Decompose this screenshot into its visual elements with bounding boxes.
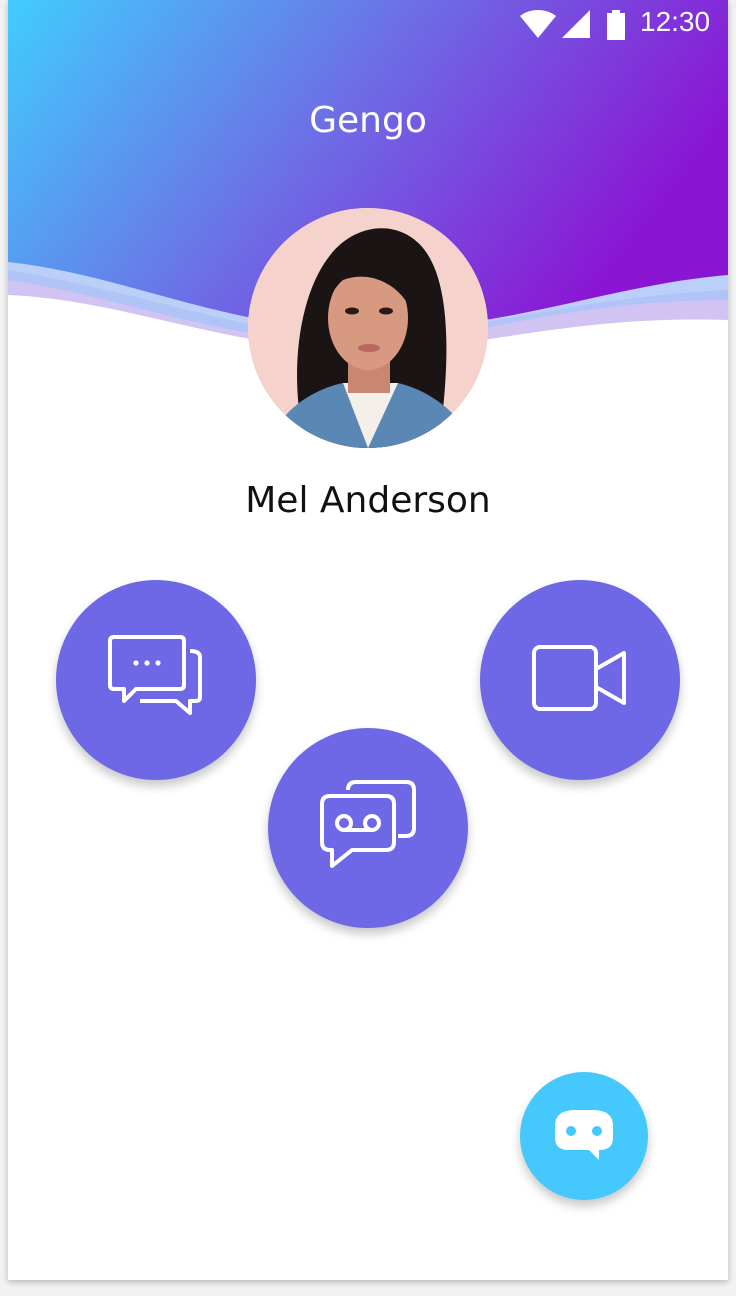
app-title: Gengo (309, 100, 427, 141)
chat-button[interactable] (56, 580, 256, 780)
voicemail-button[interactable] (268, 728, 468, 928)
assistant-fab[interactable] (520, 1072, 648, 1200)
phone-screen: 12:30 Gengo Mel Anderson (8, 0, 728, 1280)
battery-icon (606, 10, 626, 45)
bot-icon (545, 1106, 623, 1167)
signal-icon (562, 10, 590, 43)
chat-bubbles-icon (106, 633, 206, 728)
status-bar: 12:30 (8, 0, 728, 48)
wifi-icon (520, 10, 556, 43)
contact-name: Mel Anderson (245, 480, 491, 521)
avatar-photo (248, 208, 488, 448)
status-time: 12:30 (640, 6, 711, 37)
video-camera-icon (530, 643, 630, 718)
avatar[interactable] (248, 208, 488, 448)
voicemail-icon (318, 776, 418, 881)
video-call-button[interactable] (480, 580, 680, 780)
